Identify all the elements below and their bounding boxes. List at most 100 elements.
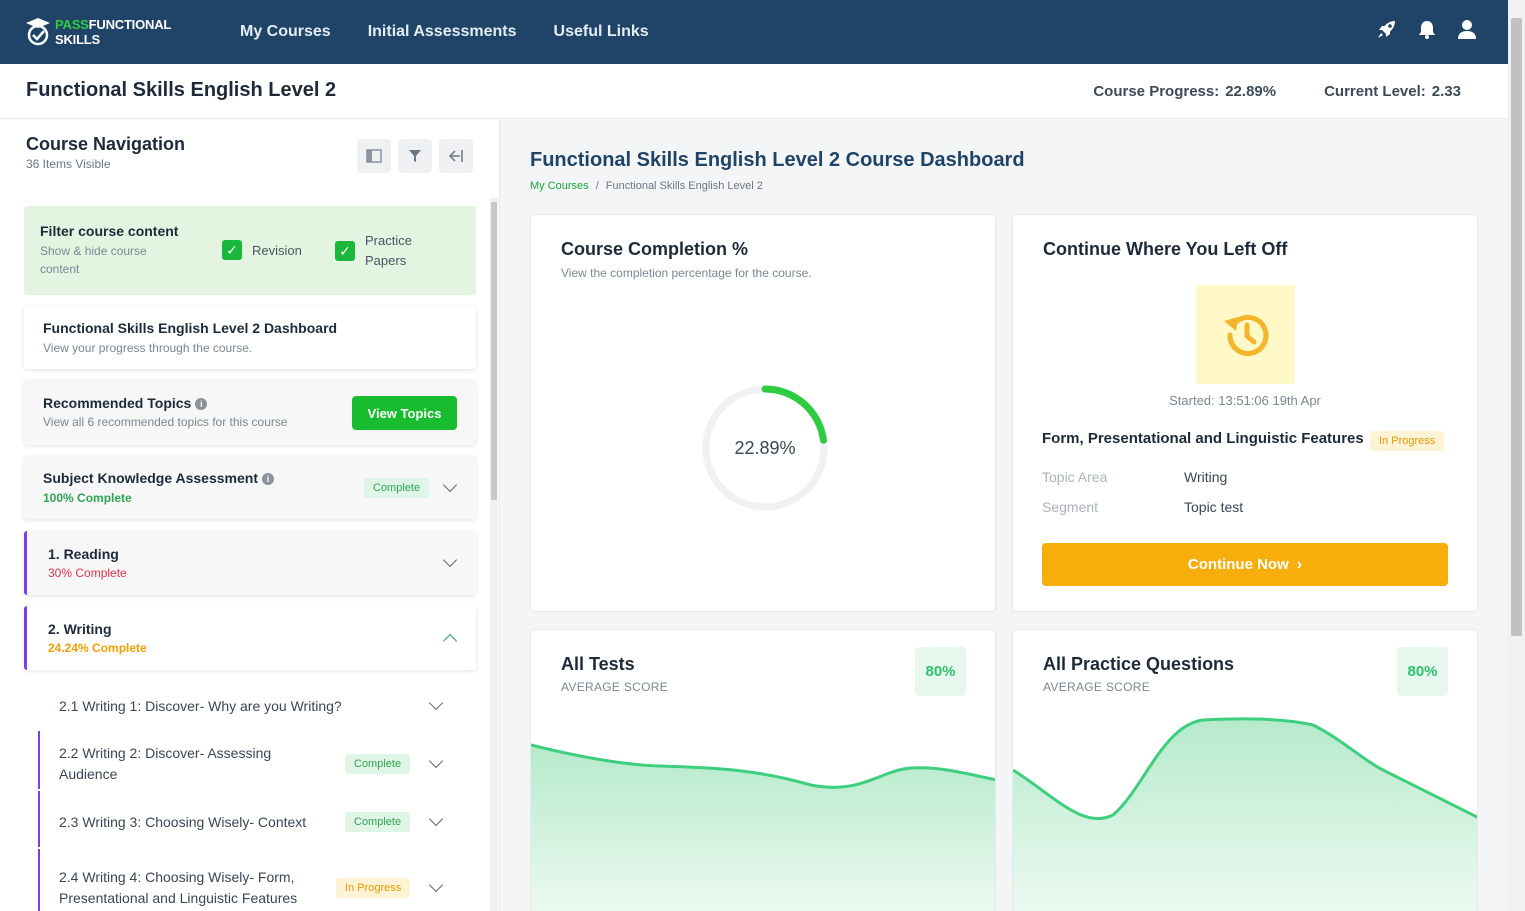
topic-title: 2.2 Writing 2: Discover- Assessing Audie… xyxy=(59,745,272,782)
practice-papers-checkbox[interactable]: ✓ Practice Papers xyxy=(335,231,425,271)
course-title: Functional Skills English Level 2 xyxy=(26,79,337,101)
recommended-topics-title: Recommended Topics i xyxy=(43,395,208,411)
topic-title: 2.1 Writing 1: Discover- Why are you Wri… xyxy=(59,698,342,714)
view-topics-button[interactable]: View Topics xyxy=(352,396,457,430)
course-navigation-sidebar: Course Navigation 36 Items Visible Filte… xyxy=(0,120,500,911)
chevron-down-icon[interactable] xyxy=(428,811,444,827)
writing-topics-list: 2.1 Writing 1: Discover- Why are you Wri… xyxy=(38,683,462,911)
breadcrumb: My Courses / Functional Skills English Lev… xyxy=(530,180,763,192)
section-writing[interactable]: 2. Writing 24.24% Complete xyxy=(24,606,476,670)
started-timestamp: Started: 13:51:06 19th Apr xyxy=(1169,393,1321,408)
continue-topic-title: Form, Presentational and Linguistic Feat… xyxy=(1042,430,1364,447)
section-reading-percent: 30% Complete xyxy=(48,566,127,580)
dashboard-card-title: Functional Skills English Level 2 Dashbo… xyxy=(43,320,338,336)
chevron-down-icon[interactable] xyxy=(442,477,458,493)
section-accent xyxy=(24,531,27,595)
current-level-value: 2.33 xyxy=(1431,83,1461,100)
sidebar-scrollbar[interactable] xyxy=(490,198,498,911)
chevron-down-icon[interactable] xyxy=(428,877,444,893)
scrollbar-thumb[interactable] xyxy=(1511,18,1522,636)
main-nav: My Courses Initial Assessments Useful Li… xyxy=(240,23,649,41)
bell-icon[interactable] xyxy=(1416,18,1438,40)
tests-area-chart xyxy=(531,743,995,911)
rocket-icon[interactable] xyxy=(1376,18,1398,40)
filter-title: Filter course content xyxy=(40,223,179,239)
sidebar-layout-icon xyxy=(366,149,382,163)
section-reading[interactable]: 1. Reading 30% Complete xyxy=(24,531,476,595)
recommended-topics-label: Recommended Topics xyxy=(43,395,192,411)
section-accent xyxy=(24,606,27,670)
filter-button[interactable] xyxy=(398,139,432,173)
filter-course-content: Filter course content Show & hide course… xyxy=(24,206,476,295)
chevron-down-icon[interactable] xyxy=(428,695,444,711)
topic-title: 2.3 Writing 3: Choosing Wisely- Context xyxy=(59,814,307,830)
chevron-up-icon[interactable] xyxy=(442,633,458,649)
list-item[interactable]: 2.2 Writing 2: Discover- Assessing Audie… xyxy=(38,731,462,789)
all-tests-panel: All Tests AVERAGE SCORE 80% xyxy=(530,629,996,911)
dashboard-card-subtitle: View your progress through the course. xyxy=(43,341,253,355)
list-item[interactable]: 2.1 Writing 1: Discover- Why are you Wri… xyxy=(38,683,462,729)
topic-accent xyxy=(38,849,40,911)
nav-useful-links[interactable]: Useful Links xyxy=(554,23,649,41)
info-icon[interactable]: i xyxy=(195,398,208,410)
segment-label: Segment xyxy=(1042,499,1099,515)
ska-title: Subject Knowledge Assessment i xyxy=(43,470,274,486)
course-progress: Course Progress: 22.89% xyxy=(1093,83,1276,100)
page-scrollbar[interactable] xyxy=(1508,0,1525,911)
list-item[interactable]: 2.4 Writing 4: Choosing Wisely- Form, Pr… xyxy=(38,849,462,911)
sidebar-title: Course Navigation xyxy=(26,134,186,154)
subject-knowledge-assessment-card[interactable]: Subject Knowledge Assessment i 100% Compl… xyxy=(24,456,476,519)
status-badge: Complete xyxy=(345,754,411,774)
history-icon xyxy=(1196,285,1295,384)
logo-text: PASSFUNCTIONAL SKILLS xyxy=(55,17,215,47)
nav-initial-assessments[interactable]: Initial Assessments xyxy=(368,23,517,41)
dashboard-link-card[interactable]: Functional Skills English Level 2 Dashbo… xyxy=(24,306,476,369)
ska-percent: 100% Complete xyxy=(43,491,132,505)
breadcrumb-my-courses[interactable]: My Courses xyxy=(530,180,589,192)
section-writing-title: 2. Writing xyxy=(48,621,112,637)
logo-pass: PASS xyxy=(55,17,89,32)
nav-my-courses[interactable]: My Courses xyxy=(240,23,331,41)
collapse-left-icon xyxy=(448,150,463,162)
topic-accent xyxy=(38,791,40,847)
course-completion-panel: Course Completion % View the completion … xyxy=(530,214,996,612)
top-navbar: PASSFUNCTIONAL SKILLS My Courses Initial… xyxy=(0,0,1508,64)
completion-ring: 22.89% xyxy=(700,383,830,513)
logo-badge-icon xyxy=(25,17,51,47)
user-icon[interactable] xyxy=(1456,18,1478,40)
section-writing-percent: 24.24% Complete xyxy=(48,641,147,655)
revision-checkbox[interactable]: ✓ Revision xyxy=(222,240,302,260)
status-badge: Complete xyxy=(364,478,430,498)
recommended-topics-card: Recommended Topics i View all 6 recommend… xyxy=(24,380,476,445)
info-icon[interactable]: i xyxy=(261,473,274,485)
ska-label: Subject Knowledge Assessment xyxy=(43,470,258,486)
logo[interactable]: PASSFUNCTIONAL SKILLS xyxy=(25,17,215,47)
current-level-label: Current Level: xyxy=(1324,83,1426,100)
layout-toggle-button[interactable] xyxy=(357,139,391,173)
list-item[interactable]: 2.3 Writing 3: Choosing Wisely- Context … xyxy=(38,791,462,847)
practice-papers-label: Practice Papers xyxy=(365,233,412,268)
topic-title: 2.4 Writing 4: Choosing Wisely- Form, Pr… xyxy=(59,869,298,906)
top-icons xyxy=(1376,18,1478,40)
chevron-down-icon[interactable] xyxy=(442,552,458,568)
course-header: Functional Skills English Level 2 Course… xyxy=(0,64,1508,119)
completion-title: Course Completion % xyxy=(561,239,749,259)
collapse-sidebar-button[interactable] xyxy=(439,139,473,173)
page-title: Functional Skills English Level 2 Course… xyxy=(530,149,1025,171)
completion-subtitle: View the completion percentage for the c… xyxy=(561,266,812,280)
revision-label: Revision xyxy=(252,242,302,258)
course-stats: Course Progress: 22.89% Current Level: 2.3… xyxy=(1093,83,1461,100)
continue-now-button[interactable]: Continue Now › xyxy=(1042,543,1448,586)
checkmark-icon: ✓ xyxy=(222,240,242,260)
course-progress-value: 22.89% xyxy=(1225,83,1277,100)
course-progress-label: Course Progress: xyxy=(1093,83,1220,100)
continue-now-label: Continue Now xyxy=(1187,556,1289,573)
status-badge: In Progress xyxy=(1370,431,1445,451)
completion-percent: 22.89% xyxy=(734,437,796,458)
topic-accent xyxy=(38,731,40,789)
section-reading-title: 1. Reading xyxy=(48,546,119,562)
practice-area-chart xyxy=(1013,717,1477,911)
filter-subtitle: Show & hide course content xyxy=(40,244,147,276)
chevron-down-icon[interactable] xyxy=(428,753,444,769)
status-badge: Complete xyxy=(345,812,411,832)
